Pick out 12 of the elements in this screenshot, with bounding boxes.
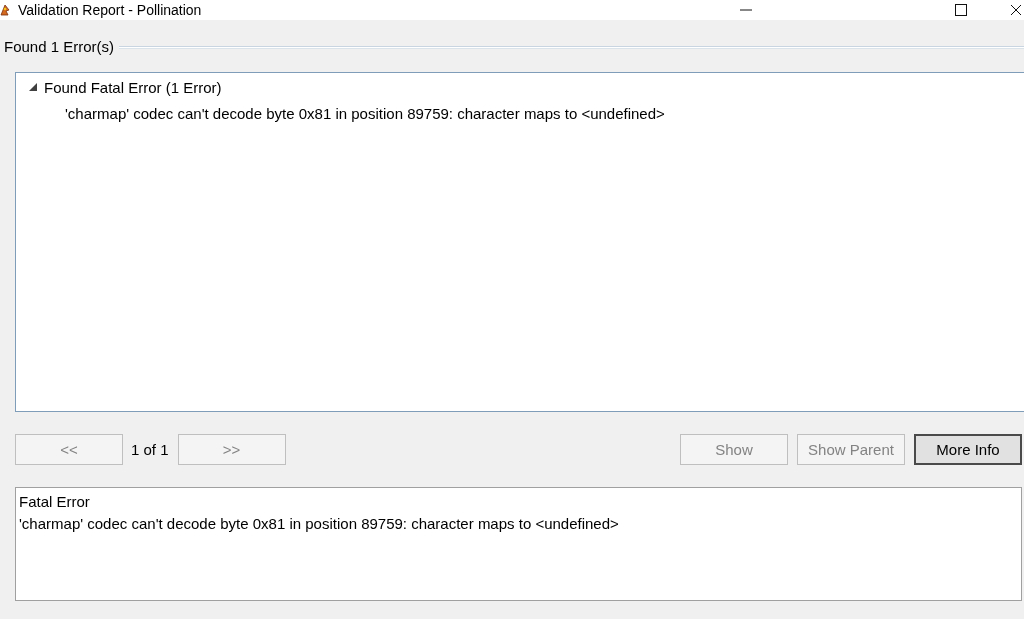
close-icon[interactable] (1011, 5, 1021, 15)
group-label: Found 1 Error(s) (4, 38, 115, 56)
app-icon (0, 4, 10, 16)
tree-item[interactable]: 'charmap' codec can't decode byte 0x81 in position 89759: character maps to <undefined> (65, 104, 665, 122)
window-title: Validation Report - Pollination (18, 2, 202, 18)
details-title: Fatal Error (19, 492, 90, 512)
details-message: 'charmap' codec can't decode byte 0x81 in position 89759: character maps to <undefined> (19, 514, 619, 534)
tree-item[interactable]: Found Fatal Error (1 Error) (44, 78, 222, 96)
expanded-triangle-icon[interactable] (29, 83, 37, 91)
action-button[interactable]: More Info (914, 433, 1022, 465)
maximize-icon[interactable] (955, 4, 967, 16)
page-count: 1 of 1 (131, 440, 169, 458)
